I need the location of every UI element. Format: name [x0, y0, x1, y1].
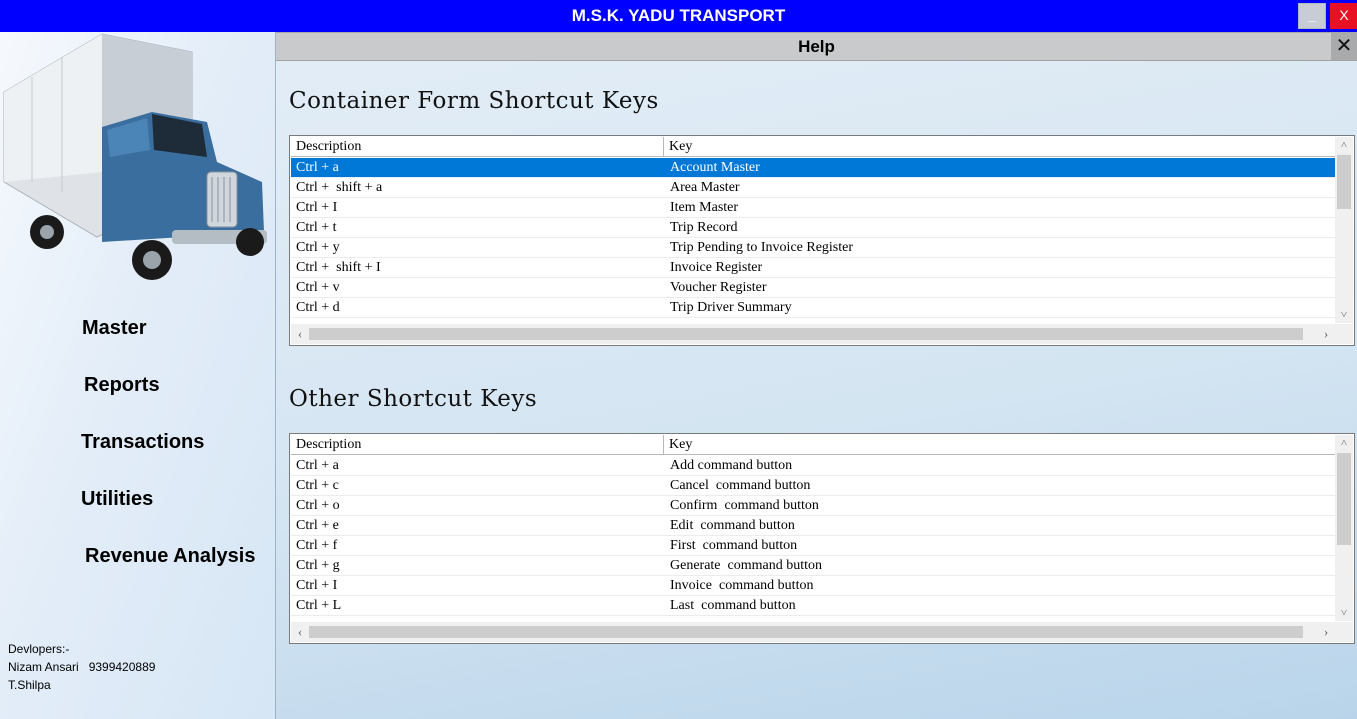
- row-key: Item Master: [670, 200, 739, 215]
- sidebar: Master Reports Transactions Utilities Re…: [0, 32, 276, 719]
- row-description: Ctrl + g: [296, 558, 340, 573]
- row-description: Ctrl + o: [296, 498, 340, 513]
- row-description: Ctrl + a: [296, 458, 339, 473]
- developer-line-1: Nizam Ansari 9399420889: [8, 660, 156, 674]
- table-row[interactable]: Ctrl + d Trip Driver Summary: [291, 298, 1335, 318]
- column-header-key[interactable]: Key: [664, 137, 1336, 156]
- vertical-scroll-thumb[interactable]: [1337, 453, 1351, 545]
- table-row[interactable]: Ctrl + g Generate command button: [291, 556, 1335, 576]
- table-row[interactable]: Ctrl + o Confirm command button: [291, 496, 1335, 516]
- column-header-description[interactable]: Description: [291, 137, 664, 156]
- row-description: Ctrl + a: [296, 160, 339, 175]
- menu-transactions[interactable]: Transactions: [81, 431, 204, 454]
- row-description: Ctrl + e: [296, 518, 339, 533]
- container-section-title: Container Form Shortcut Keys: [289, 88, 659, 114]
- help-close-button[interactable]: ✕: [1331, 33, 1357, 60]
- grid-rows: Ctrl + a Add command button Ctrl + c Cance…: [291, 456, 1335, 616]
- row-key: Trip Driver Summary: [670, 300, 792, 315]
- table-row[interactable]: Ctrl + e Edit command button: [291, 516, 1335, 536]
- title-bar: M.S.K. YADU TRANSPORT _ X: [0, 0, 1357, 32]
- horizontal-scrollbar[interactable]: ‹ ›: [291, 324, 1336, 344]
- row-key: Trip Record: [670, 220, 738, 235]
- developers-heading: Devlopers:-: [8, 642, 70, 656]
- menu-revenue-analysis[interactable]: Revenue Analysis: [85, 545, 255, 568]
- horizontal-scroll-thumb[interactable]: [309, 328, 1303, 340]
- row-key: Voucher Register: [670, 280, 767, 295]
- row-key: First command button: [670, 538, 798, 553]
- row-key: Edit command button: [670, 518, 795, 533]
- row-description: Ctrl + I: [296, 578, 338, 593]
- scroll-right-icon[interactable]: ›: [1318, 624, 1334, 640]
- vertical-scroll-thumb[interactable]: [1337, 155, 1351, 209]
- row-description: Ctrl + v: [296, 280, 340, 295]
- table-row[interactable]: Ctrl + c Cancel command button: [291, 476, 1335, 496]
- table-row[interactable]: Ctrl + shift + a Area Master: [291, 178, 1335, 198]
- row-description: Ctrl + d: [296, 300, 340, 315]
- help-title: Help: [798, 37, 835, 56]
- table-row[interactable]: Ctrl + f First command button: [291, 536, 1335, 556]
- container-shortcuts-grid[interactable]: Description Key Ctrl + a Account Master C…: [289, 135, 1355, 346]
- truck-image: [3, 33, 267, 280]
- horizontal-scrollbar[interactable]: ‹ ›: [291, 622, 1336, 642]
- row-description: Ctrl + c: [296, 478, 339, 493]
- table-row[interactable]: Ctrl + v Voucher Register: [291, 278, 1335, 298]
- other-shortcuts-grid[interactable]: Description Key Ctrl + a Add command butt…: [289, 433, 1355, 644]
- scroll-left-icon[interactable]: ‹: [292, 624, 308, 640]
- row-description: Ctrl + L: [296, 598, 342, 613]
- table-row[interactable]: Ctrl + shift + I Invoice Register: [291, 258, 1335, 278]
- grid-header: Description Key: [291, 137, 1336, 157]
- row-description: Ctrl + y: [296, 240, 340, 255]
- menu-reports[interactable]: Reports: [84, 374, 160, 397]
- scroll-right-icon[interactable]: ›: [1318, 326, 1334, 342]
- row-description: Ctrl + I: [296, 200, 338, 215]
- row-key: Invoice command button: [670, 578, 814, 593]
- table-row[interactable]: Ctrl + I Item Master: [291, 198, 1335, 218]
- vertical-scrollbar[interactable]: ˄ ˅: [1335, 435, 1353, 621]
- table-row[interactable]: Ctrl + t Trip Record: [291, 218, 1335, 238]
- grid-rows: Ctrl + a Account Master Ctrl + shift + a A…: [291, 158, 1335, 318]
- scroll-left-icon[interactable]: ‹: [292, 326, 308, 342]
- close-window-button[interactable]: X: [1330, 3, 1357, 29]
- scrollbar-corner: [1335, 324, 1353, 344]
- grid-header: Description Key: [291, 435, 1336, 455]
- row-description: Ctrl + t: [296, 220, 337, 235]
- window-title: M.S.K. YADU TRANSPORT: [571, 6, 786, 25]
- row-key: Generate command button: [670, 558, 823, 573]
- column-header-key[interactable]: Key: [664, 435, 1336, 454]
- scroll-up-icon[interactable]: ˄: [1335, 435, 1353, 451]
- menu-utilities[interactable]: Utilities: [81, 488, 153, 511]
- row-description: Ctrl + shift + I: [296, 260, 381, 275]
- row-description: Ctrl + shift + a: [296, 180, 383, 195]
- row-key: Trip Pending to Invoice Register: [670, 240, 854, 255]
- vertical-scrollbar[interactable]: ˄ ˅: [1335, 137, 1353, 323]
- row-key: Account Master: [670, 160, 760, 175]
- row-key: Confirm command button: [670, 498, 819, 513]
- row-key: Invoice Register: [670, 260, 763, 275]
- table-row[interactable]: Ctrl + L Last command button: [291, 596, 1335, 616]
- developer-line-2: T.Shilpa: [8, 678, 51, 692]
- row-key: Cancel command button: [670, 478, 811, 493]
- row-key: Last command button: [670, 598, 796, 613]
- help-header: Help ✕: [276, 32, 1357, 61]
- table-row[interactable]: Ctrl + I Invoice command button: [291, 576, 1335, 596]
- horizontal-scroll-thumb[interactable]: [309, 626, 1303, 638]
- other-section-title: Other Shortcut Keys: [289, 386, 538, 412]
- minimize-button[interactable]: _: [1298, 3, 1326, 29]
- table-row[interactable]: Ctrl + a Account Master: [291, 158, 1335, 178]
- scroll-up-icon[interactable]: ˄: [1335, 137, 1353, 153]
- menu-master[interactable]: Master: [82, 317, 146, 340]
- help-panel: Help ✕ Container Form Shortcut Keys Desc…: [276, 32, 1357, 719]
- scroll-down-icon[interactable]: ˅: [1335, 605, 1353, 621]
- table-row[interactable]: Ctrl + y Trip Pending to Invoice Register: [291, 238, 1335, 258]
- row-description: Ctrl + f: [296, 538, 338, 553]
- row-key: Area Master: [670, 180, 740, 195]
- column-header-description[interactable]: Description: [291, 435, 664, 454]
- row-key: Add command button: [670, 458, 793, 473]
- scroll-down-icon[interactable]: ˅: [1335, 307, 1353, 323]
- table-row[interactable]: Ctrl + a Add command button: [291, 456, 1335, 476]
- scrollbar-corner: [1335, 622, 1353, 642]
